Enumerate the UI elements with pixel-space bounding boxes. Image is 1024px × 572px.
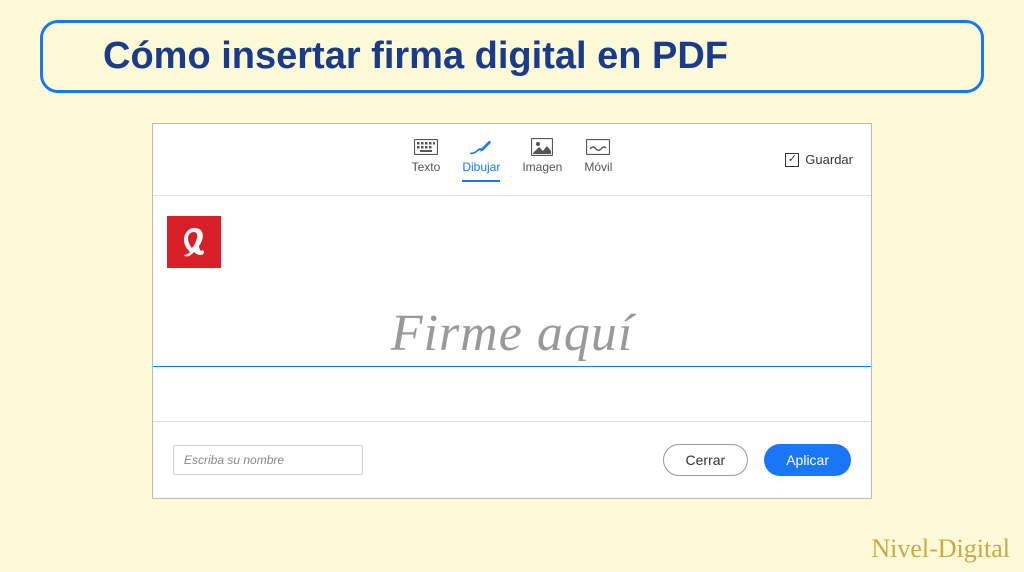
mobile-signature-icon <box>586 138 610 156</box>
tab-image-label: Imagen <box>522 160 562 174</box>
name-input[interactable] <box>173 445 363 475</box>
keyboard-icon <box>414 138 438 156</box>
cancel-button[interactable]: Cerrar <box>663 444 749 476</box>
tab-mobile-label: Móvil <box>584 160 612 174</box>
draw-icon <box>469 138 493 156</box>
tab-image[interactable]: Imagen <box>522 138 562 182</box>
signature-tabs: Texto Dibujar <box>412 138 613 182</box>
checkmark-icon: ✓ <box>788 154 797 165</box>
dialog-buttons: Cerrar Aplicar <box>663 444 851 476</box>
save-checkbox[interactable]: ✓ <box>785 153 799 167</box>
tab-mobile[interactable]: Móvil <box>584 138 612 182</box>
signature-dialog: Texto Dibujar <box>152 123 872 499</box>
dialog-bottom-bar: Cerrar Aplicar <box>153 421 871 498</box>
tab-draw[interactable]: Dibujar <box>462 138 500 182</box>
signature-placeholder-text: Firme aquí <box>153 304 871 363</box>
watermark-text: Nivel-Digital <box>871 534 1010 564</box>
signature-baseline <box>153 366 871 367</box>
signature-toolbar: Texto Dibujar <box>153 124 871 196</box>
tab-draw-label: Dibujar <box>462 160 500 174</box>
page-title: Cómo insertar firma digital en PDF <box>73 35 951 78</box>
adobe-logo <box>167 216 221 268</box>
image-icon <box>530 138 554 156</box>
save-label: Guardar <box>805 152 853 167</box>
apply-button[interactable]: Aplicar <box>764 444 851 476</box>
save-checkbox-group[interactable]: ✓ Guardar <box>785 152 853 167</box>
signature-canvas[interactable]: Firme aquí <box>153 196 871 421</box>
page-title-box: Cómo insertar firma digital en PDF <box>40 20 984 93</box>
tab-text-label: Texto <box>412 160 441 174</box>
tab-text[interactable]: Texto <box>412 138 441 182</box>
